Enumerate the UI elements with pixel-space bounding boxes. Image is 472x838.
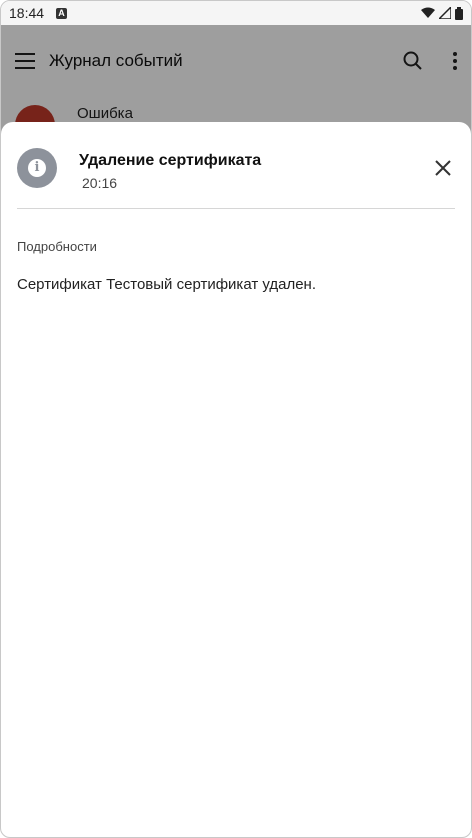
divider: [17, 208, 455, 209]
info-icon: i: [17, 148, 57, 188]
sheet-header: i Удаление сертификата 20:16: [1, 122, 471, 208]
close-icon[interactable]: [433, 158, 453, 178]
status-icons: [421, 6, 463, 20]
status-bar: 18:44 A: [1, 1, 471, 25]
details-label: Подробности: [17, 239, 97, 254]
wifi-icon: [421, 7, 435, 18]
sheet-title: Удаление сертификата: [79, 152, 262, 169]
notification-icon: A: [56, 7, 68, 19]
event-details-sheet: i Удаление сертификата 20:16 Подробности…: [1, 122, 471, 837]
battery-icon: [455, 6, 463, 20]
sheet-time: 20:16: [82, 175, 118, 191]
details-text: Сертификат Тестовый сертификат удален.: [17, 276, 317, 293]
status-time: 18:44: [9, 5, 45, 21]
device-frame: 18:44 A Журнал событий Ошибка i Удаление…: [0, 0, 472, 838]
signal-icon: [439, 7, 451, 19]
